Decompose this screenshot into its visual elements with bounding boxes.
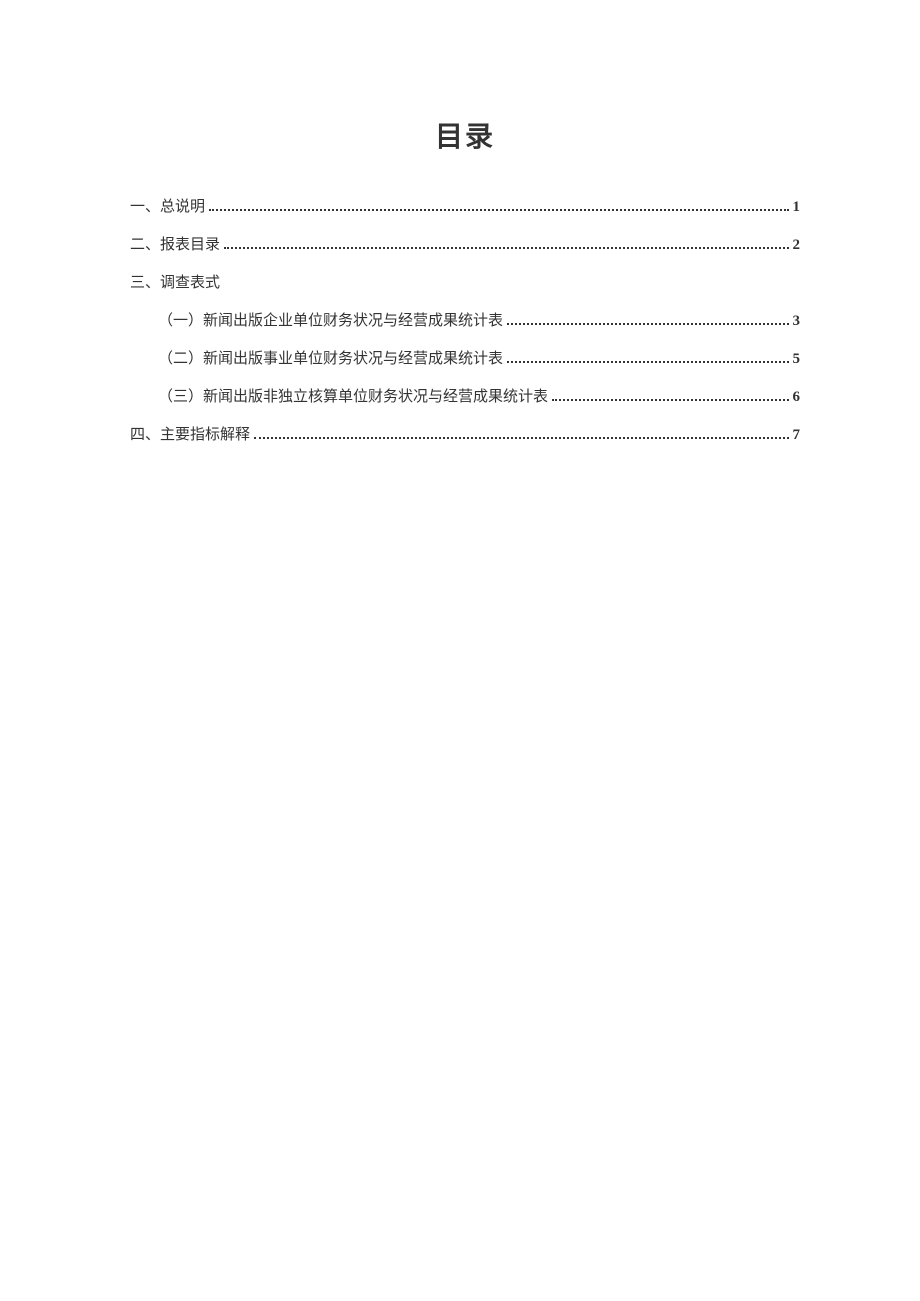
toc-leader-dots [224,247,788,249]
toc-entry: （一）新闻出版企业单位财务状况与经营成果统计表 3 [130,309,800,333]
toc-leader-dots [507,361,788,363]
toc-entry-page: 2 [793,233,801,257]
toc-entry: （二）新闻出版事业单位财务状况与经营成果统计表 5 [130,347,800,371]
toc-entry: （三）新闻出版非独立核算单位财务状况与经营成果统计表 6 [130,385,800,409]
toc-entry-page: 5 [793,347,801,371]
toc-entry: 一、总说明 1 [130,195,800,219]
toc-title: 目录 [130,115,800,155]
toc-entry: 三、调查表式 [130,271,800,295]
toc-entry-label: （一）新闻出版企业单位财务状况与经营成果统计表 [158,309,503,333]
toc-entry-label: （三）新闻出版非独立核算单位财务状况与经营成果统计表 [158,385,548,409]
toc-entry-page: 7 [793,423,801,447]
toc-entry-label: （二）新闻出版事业单位财务状况与经营成果统计表 [158,347,503,371]
toc-entry-label: 二、报表目录 [130,233,220,257]
toc-entry: 四、主要指标解释 7 [130,423,800,447]
document-page: 目录 一、总说明 1 二、报表目录 2 三、调查表式 （一）新闻出版企业单位财务状况与经营… [0,0,920,447]
toc-list: 一、总说明 1 二、报表目录 2 三、调查表式 （一）新闻出版企业单位财务状况与经营成果统… [130,195,800,447]
toc-entry-page: 3 [793,309,801,333]
toc-leader-dots [254,437,788,439]
toc-leader-dots [552,399,788,401]
toc-entry-label: 一、总说明 [130,195,205,219]
toc-entry-page: 6 [793,385,801,409]
toc-leader-dots [209,209,788,211]
toc-leader-dots [507,323,788,325]
toc-entry-label: 三、调查表式 [130,275,220,291]
toc-entry: 二、报表目录 2 [130,233,800,257]
toc-entry-label: 四、主要指标解释 [130,423,250,447]
toc-entry-page: 1 [793,195,801,219]
